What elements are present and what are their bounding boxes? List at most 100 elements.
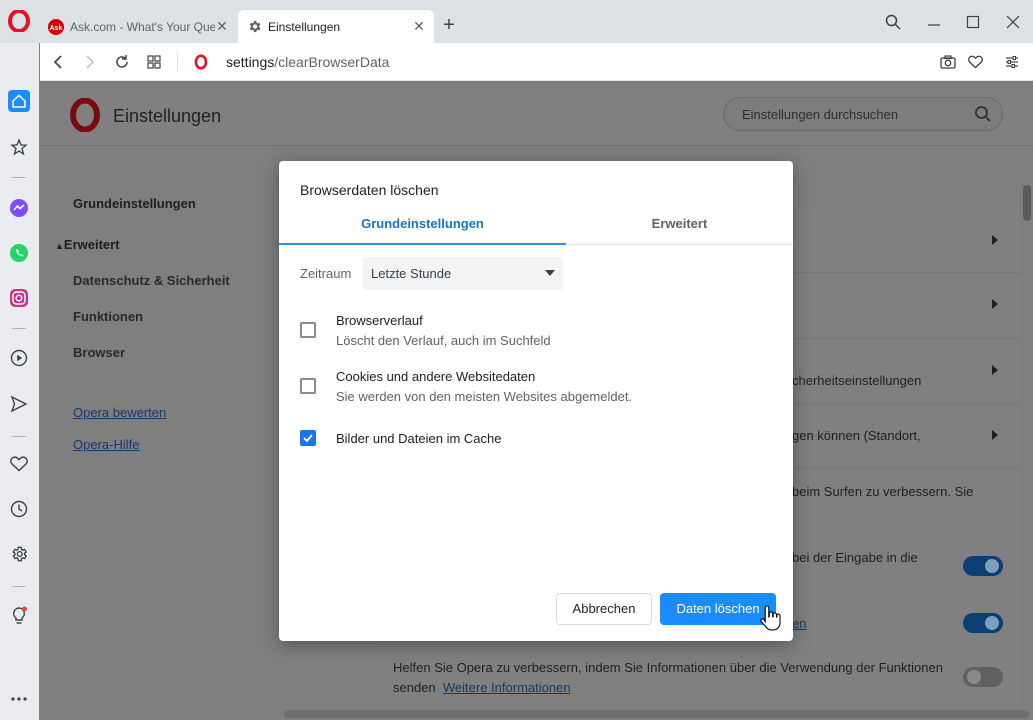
home-icon[interactable] <box>8 90 30 112</box>
checkbox-history[interactable] <box>300 322 316 338</box>
opera-logo-icon <box>70 98 100 132</box>
url-host: settings <box>226 54 275 70</box>
url-path: /clearBrowserData <box>274 54 390 70</box>
tab-title: Einstellungen <box>268 19 341 34</box>
gear-icon <box>246 19 262 35</box>
settings-nav: Grundeinstellungen ▲Erweitert Datenschut… <box>40 147 278 720</box>
time-range-label: Zeitraum <box>300 266 352 281</box>
chevron-right-icon[interactable] <box>991 430 999 440</box>
camera-icon[interactable] <box>938 52 958 72</box>
send-label: senden <box>393 680 436 695</box>
toggle-switch[interactable] <box>963 556 1003 576</box>
nav-advanced[interactable]: ▲Erweitert <box>55 237 120 252</box>
clear-browsing-data-dialog: Browserdaten löschen Grundeinstellungen … <box>279 161 793 641</box>
row-improve-text: beim Surfen zu verbessern. Sie <box>792 484 974 499</box>
close-tab-icon[interactable]: ✕ <box>412 18 426 34</box>
messenger-icon[interactable] <box>8 197 30 219</box>
time-range-value: Letzte Stunde <box>371 266 452 281</box>
dialog-title: Browserdaten löschen <box>300 182 439 198</box>
tab-advanced[interactable]: Erweitert <box>566 209 793 245</box>
triangle-up-icon: ▲ <box>55 241 64 251</box>
option-history-title: Browserverlauf <box>336 313 423 328</box>
nav-advanced-label: Erweitert <box>63 237 120 252</box>
close-window-icon[interactable] <box>1001 10 1025 34</box>
nav-browser[interactable]: Browser <box>73 345 125 360</box>
url-field[interactable]: settings/clearBrowserData <box>226 54 389 70</box>
nav-basic[interactable]: Grundeinstellungen <box>73 196 196 211</box>
checkbox-cookies[interactable] <box>300 378 316 394</box>
search-tabs-icon[interactable] <box>881 10 905 34</box>
more-icon[interactable] <box>8 688 30 710</box>
reload-icon[interactable] <box>112 52 132 72</box>
opera-logo-icon[interactable] <box>8 10 30 32</box>
player-icon[interactable] <box>8 347 30 369</box>
option-history-subtitle: Löscht den Verlauf, auch im Suchfeld <box>336 333 551 348</box>
forward-icon[interactable] <box>80 52 100 72</box>
tab-title: Ask.com - What's Your Que <box>70 19 215 34</box>
row-permissions-text: gen können (Standort, <box>792 428 921 443</box>
whatsapp-icon[interactable] <box>8 242 30 264</box>
lightbulb-icon[interactable] <box>8 605 30 627</box>
nav-privacy[interactable]: Datenschutz & Sicherheit <box>73 273 230 288</box>
row-security-text: cherheitseinstellungen <box>792 373 922 388</box>
row-link-fragment[interactable]: en <box>792 616 806 631</box>
help-improve-line: Helfen Sie Opera zu verbessern, indem Si… <box>393 660 943 675</box>
more-info-link[interactable]: Weitere Informationen <box>443 680 571 695</box>
maximize-icon[interactable] <box>961 10 985 34</box>
sidebar-separator <box>12 586 26 587</box>
chevron-right-icon[interactable] <box>991 235 999 245</box>
nav-features[interactable]: Funktionen <box>73 309 143 324</box>
address-separator <box>177 53 178 71</box>
instagram-icon[interactable] <box>8 287 30 309</box>
easy-setup-icon[interactable] <box>1002 52 1022 72</box>
option-cookies-subtitle: Sie werden von den meisten Websites abge… <box>336 389 633 404</box>
tab-settings[interactable]: Einstellungen ✕ <box>238 10 434 43</box>
search-placeholder: Einstellungen durchsuchen <box>742 107 899 122</box>
close-tab-icon[interactable]: ✕ <box>215 18 229 34</box>
checkmark-icon <box>303 434 313 443</box>
tab-basic[interactable]: Grundeinstellungen <box>279 209 566 245</box>
help-improve-text: Helfen Sie Opera zu verbessern, indem Si… <box>393 658 953 698</box>
speed-dial-icon[interactable] <box>8 136 30 158</box>
vertical-scrollbar[interactable] <box>1023 185 1031 221</box>
address-bar: settings/clearBrowserData <box>40 43 1033 81</box>
opera-help-link[interactable]: Opera-Hilfe <box>73 437 139 452</box>
heart-icon[interactable] <box>965 52 985 72</box>
send-icon[interactable] <box>8 393 30 415</box>
back-icon[interactable] <box>48 52 68 72</box>
opera-site-icon[interactable] <box>194 54 208 70</box>
settings-search-input[interactable]: Einstellungen durchsuchen <box>723 97 1003 131</box>
dialog-tabs: Grundeinstellungen Erweitert <box>279 209 793 245</box>
settings-header: Einstellungen Einstellungen durchsuchen <box>40 82 1033 146</box>
tabs-grid-icon[interactable] <box>144 52 164 72</box>
hand-cursor-icon <box>760 605 781 631</box>
toggle-knob <box>967 670 981 684</box>
checkbox-cache[interactable] <box>300 430 316 446</box>
chevron-right-icon[interactable] <box>991 365 999 375</box>
cancel-button[interactable]: Abbrechen <box>556 593 652 625</box>
history-clock-icon[interactable] <box>8 498 30 520</box>
toggle-switch[interactable] <box>963 667 1003 687</box>
settings-gear-icon[interactable] <box>8 543 30 565</box>
sidebar-separator <box>12 436 26 437</box>
horizontal-scrollbar[interactable] <box>284 710 1029 718</box>
svg-text:Ask: Ask <box>50 25 63 32</box>
clear-data-button[interactable]: Daten löschen <box>660 593 776 625</box>
sidebar <box>0 43 39 720</box>
rate-opera-link[interactable]: Opera bewerten <box>73 405 166 420</box>
chevron-right-icon[interactable] <box>991 299 999 309</box>
search-icon <box>975 106 991 122</box>
new-tab-button[interactable]: + <box>440 15 458 35</box>
tab-ask[interactable]: Ask Ask.com - What's Your Que ✕ <box>40 10 237 43</box>
chevron-down-icon <box>545 270 555 276</box>
row-typing-text: bei der Eingabe in die <box>792 550 918 565</box>
toggle-knob <box>985 616 999 630</box>
option-cookies-title: Cookies und andere Websitedaten <box>336 369 536 384</box>
time-range-select[interactable]: Letzte Stunde <box>363 257 563 290</box>
page-title: Einstellungen <box>113 106 222 126</box>
sidebar-separator <box>12 328 26 329</box>
toggle-switch[interactable] <box>963 613 1003 633</box>
minimize-icon[interactable] <box>922 10 946 34</box>
ask-favicon-icon: Ask <box>48 18 64 35</box>
my-flow-heart-icon[interactable] <box>8 453 30 475</box>
